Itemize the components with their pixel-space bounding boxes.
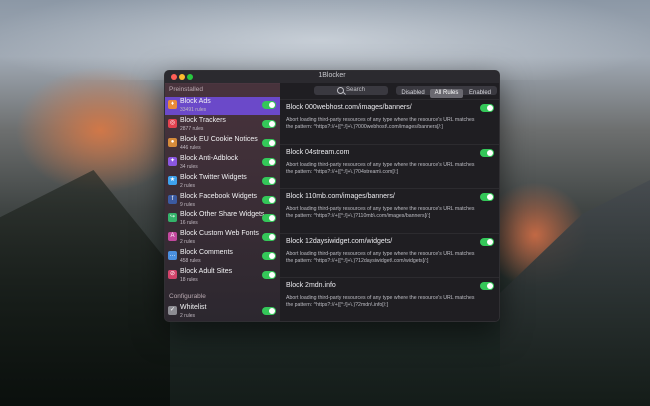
sidebar-item-rule-count: 9 rules: [180, 201, 196, 208]
search-field[interactable]: Search: [314, 86, 388, 95]
rule-description: Abort loading third-party resources of a…: [286, 161, 475, 175]
sidebar-item-block-trackers[interactable]: ◎ Block Trackers 2877 rules: [165, 116, 280, 134]
toolbar: Search Disabled All Rules Enabled: [280, 83, 499, 98]
sidebar-item-rule-count: 33491 rules: [180, 107, 207, 113]
rule-row[interactable]: Block 000webhost.com/images/banners/Abor…: [280, 99, 499, 144]
cookie-icon: ●: [168, 137, 177, 147]
desktop-hill-left: [0, 170, 170, 406]
adult-icon: ⊘: [168, 270, 177, 280]
sidebar-item-block-comments[interactable]: … Block Comments 458 rules: [165, 248, 280, 266]
sidebar-item-block-custom-web-fonts[interactable]: A Block Custom Web Fonts 2 rules: [165, 229, 280, 247]
share-icon: ↪: [168, 213, 177, 223]
fonts-icon: A: [168, 232, 177, 242]
rule-title: Block 000webhost.com/images/banners/: [286, 104, 412, 111]
enable-toggle[interactable]: [262, 119, 276, 128]
sidebar-item-title: Block Comments: [180, 249, 233, 257]
sidebar-item-title: Block Twitter Widgets: [180, 173, 247, 181]
sidebar-item-block-adult-sites[interactable]: ⊘ Block Adult Sites 18 rules: [165, 267, 280, 285]
rule-row[interactable]: Block 2mdn.info Abort loading third-party…: [280, 277, 499, 321]
rule-row[interactable]: Block 12daysiwidget.com/widgets/Abort lo…: [280, 232, 499, 278]
rule-row[interactable]: Block 110mb.com/images/banners/Abort loa…: [280, 188, 499, 233]
whitelist-icon: ✓: [168, 306, 177, 315]
enable-toggle[interactable]: [262, 195, 276, 204]
main-pane: Search Disabled All Rules Enabled Block …: [280, 83, 499, 321]
sidebar-item-title: Block Custom Web Fonts: [180, 230, 259, 238]
twitter-icon: ★: [168, 175, 177, 185]
window-title: 1Blocker: [318, 72, 346, 79]
rule-row[interactable]: Block 04stream.com Abort loading third-pa…: [280, 143, 499, 189]
rule-enable-toggle[interactable]: [480, 148, 494, 157]
anti-adblock-icon: ✦: [168, 156, 177, 166]
sidebar-item-title: Block Anti-Adblock: [180, 154, 238, 162]
sidebar-item-rule-count: 446 rules: [180, 144, 201, 151]
ads-icon: ♦: [168, 100, 177, 109]
rule-enable-toggle[interactable]: [480, 193, 494, 201]
sidebar-item-rule-count: 16 rules: [180, 220, 198, 227]
sidebar-item-rule-count: 2 rules: [180, 182, 196, 189]
rule-enable-toggle[interactable]: [480, 282, 494, 290]
rule-enable-toggle[interactable]: [480, 237, 494, 246]
section-header-preinstalled: Preinstalled: [169, 86, 203, 93]
enable-toggle[interactable]: [262, 233, 276, 242]
sidebar-item-title: Block Ads: [180, 98, 211, 105]
filter-segmented-control: Disabled All Rules Enabled: [396, 86, 497, 98]
sidebar-item-block-anti-adblock[interactable]: ✦ Block Anti-Adblock 34 rules: [165, 154, 280, 172]
sidebar-item-title: Block Other Share Widgets: [180, 211, 265, 219]
enable-toggle[interactable]: [262, 252, 276, 261]
sidebar-item-title: Block Facebook Widgets: [180, 192, 258, 200]
sidebar-item-rule-count: 458 rules: [180, 258, 201, 265]
sidebar-item-rule-count: 2 rules: [180, 313, 196, 319]
rule-title: Block 110mb.com/images/banners/: [286, 193, 395, 200]
enable-toggle[interactable]: [262, 176, 276, 185]
sidebar-item-block-ads[interactable]: ♦ Block Ads 33491 rules: [165, 97, 280, 115]
rule-title: Block 12daysiwidget.com/widgets/: [286, 237, 393, 245]
enable-toggle[interactable]: [262, 271, 276, 280]
search-icon: [337, 87, 344, 94]
enable-toggle[interactable]: [262, 214, 276, 223]
sidebar-item-whitelist[interactable]: ✓ Whitelist 2 rules: [165, 303, 280, 321]
sidebar-item-block-other-share-widgets[interactable]: ↪ Block Other Share Widgets 16 rules: [165, 210, 280, 228]
sidebar-item-block-twitter-widgets[interactable]: ★ Block Twitter Widgets 2 rules: [165, 173, 280, 191]
rule-enable-toggle[interactable]: [480, 104, 494, 112]
filter-enabled[interactable]: Enabled: [463, 89, 497, 98]
sidebar: Preinstalled ♦ Block Ads 33491 rules ◎ Block…: [165, 83, 280, 321]
sidebar-item-rule-count: 2877 rules: [180, 125, 204, 132]
section-header-configurable: Configurable: [169, 293, 206, 300]
sidebar-item-block-eu-cookie-notices[interactable]: ● Block EU Cookie Notices 446 rules: [165, 135, 280, 153]
filter-disabled[interactable]: Disabled: [396, 89, 430, 98]
rule-title: Block 2mdn.info: [286, 282, 336, 289]
desktop-hill-right: [500, 180, 650, 406]
rule-description: Abort loading third-party resources of a…: [286, 295, 475, 308]
enable-toggle[interactable]: [262, 157, 276, 166]
sidebar-item-block-facebook-widgets[interactable]: f Block Facebook Widgets 9 rules: [165, 192, 280, 210]
filter-all-rules[interactable]: All Rules: [430, 89, 463, 98]
sidebar-item-rule-count: 2 rules: [180, 239, 196, 246]
sidebar-item-title: Block Trackers: [180, 116, 226, 124]
sidebar-item-title: Whitelist: [180, 304, 207, 311]
rule-description: Abort loading third-party resources of a…: [286, 117, 475, 130]
search-placeholder: Search: [346, 87, 366, 93]
rule-title: Block 04stream.com: [286, 148, 350, 156]
enable-toggle[interactable]: [262, 307, 276, 315]
facebook-icon: f: [168, 194, 177, 204]
desktop-clouds: [0, 0, 650, 80]
sidebar-item-rule-count: 18 rules: [180, 277, 198, 284]
enable-toggle[interactable]: [262, 101, 276, 109]
sidebar-item-title: Block Adult Sites: [180, 268, 233, 276]
rule-description: Abort loading third-party resources of a…: [286, 250, 475, 264]
sidebar-item-title: Block EU Cookie Notices: [180, 135, 258, 143]
sidebar-item-rule-count: 34 rules: [180, 163, 198, 170]
trackers-icon: ◎: [168, 118, 177, 128]
rule-description: Abort loading third-party resources of a…: [286, 206, 475, 219]
comments-icon: …: [168, 251, 177, 261]
app-window: 1Blocker Preinstalled ♦ Block Ads 33491 ru…: [164, 70, 500, 322]
enable-toggle[interactable]: [262, 138, 276, 147]
